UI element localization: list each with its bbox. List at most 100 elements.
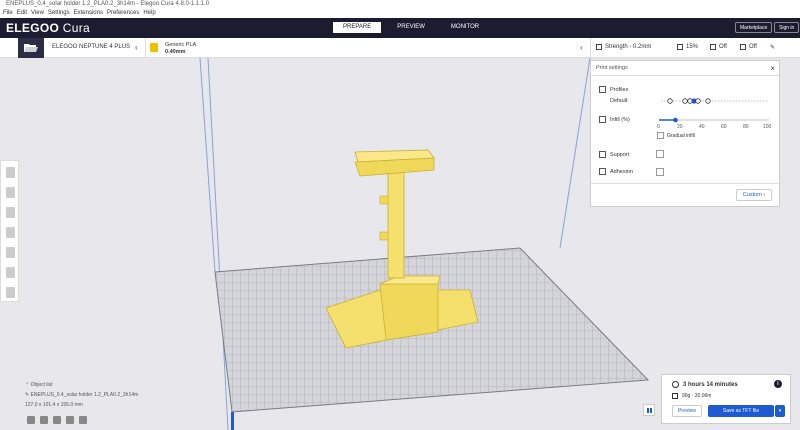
view-left-icon[interactable]: [66, 416, 74, 424]
support-icon: [710, 44, 716, 50]
profile-slider-dot[interactable]: [682, 98, 688, 104]
material-usage-label: 90g · 30.06m: [682, 393, 712, 399]
transform-toolbar: [0, 160, 19, 302]
adhesion-summary[interactable]: Off: [740, 44, 757, 50]
infill-tick: 60: [721, 124, 727, 130]
chevron-up-icon: ⌃: [25, 382, 30, 388]
move-tool-icon[interactable]: [6, 167, 15, 178]
profile-label: Strength - 0.2mm: [605, 44, 652, 50]
z-axis-marker: [231, 412, 234, 430]
adhesion-row: Adhesion: [599, 168, 633, 175]
support-label: Off: [719, 44, 727, 50]
logo-product: Cura: [62, 21, 90, 35]
object-filename: ENEPLUS_0.4_solar holder 1.2_PLA0.2_3h14…: [30, 392, 139, 398]
menu-settings[interactable]: Settings: [48, 9, 70, 18]
profile-summary[interactable]: Strength - 0.2mm: [596, 44, 651, 50]
view-front-icon[interactable]: [40, 416, 48, 424]
preview-button[interactable]: Preview: [672, 405, 702, 417]
toolbar-divider: [590, 38, 591, 58]
folder-icon: [24, 44, 38, 52]
infill-summary[interactable]: 15%: [677, 44, 698, 50]
marketplace-button[interactable]: Marketplace: [735, 22, 773, 33]
support-row: Support: [599, 151, 629, 158]
infill-tick: 40: [699, 124, 705, 130]
print-time-label: 3 hours 14 minutes: [683, 381, 738, 388]
infill-icon: [599, 116, 606, 123]
profile-slider-dot[interactable]: [695, 98, 701, 104]
infill-slider-handle[interactable]: [673, 117, 678, 123]
clock-icon: [672, 381, 679, 388]
rotate-tool-icon[interactable]: [6, 207, 15, 218]
adhesion-icon: [599, 168, 606, 175]
signin-button[interactable]: Sign in: [774, 22, 800, 33]
model-clip[interactable]: [379, 231, 389, 241]
open-file-button[interactable]: [18, 38, 44, 58]
view-top-icon[interactable]: [53, 416, 61, 424]
toolbar-divider: [145, 38, 146, 58]
app-header: ELEGOO Cura PREPARE PREVIEW MONITOR Mark…: [0, 18, 800, 38]
infill-row: Infill (%): [599, 116, 630, 123]
menu-bar: File Edit View Settings Extensions Prefe…: [0, 9, 800, 18]
infill-tick: 100: [763, 124, 772, 130]
object-list-toggle[interactable]: ⌃ Object list: [25, 380, 138, 390]
tab-preview[interactable]: PREVIEW: [387, 22, 435, 33]
per-model-settings-icon[interactable]: [6, 247, 15, 258]
model-clip[interactable]: [379, 195, 389, 205]
infill-icon: [677, 44, 683, 50]
print-settings-panel: Print settings × Profiles Default Infill…: [590, 60, 780, 207]
material-usage: 90g · 30.06m: [672, 393, 711, 399]
tab-monitor[interactable]: MONITOR: [441, 22, 489, 33]
pencil-icon: ✎: [25, 392, 30, 398]
profile-slider-dot[interactable]: [705, 98, 711, 104]
object-list-title: Object list: [30, 382, 53, 388]
object-list-item[interactable]: ✎ ENEPLUS_0.4_solar holder 1.2_PLA0.2_3h…: [25, 390, 138, 400]
view-right-icon[interactable]: [79, 416, 87, 424]
adhesion-checkbox[interactable]: [656, 168, 664, 176]
chevron-down-icon[interactable]: ▾: [775, 405, 785, 417]
menu-file[interactable]: File: [3, 9, 13, 18]
tab-prepare[interactable]: PREPARE: [333, 22, 382, 33]
infill-label: 15%: [686, 44, 699, 50]
gradual-infill-checkbox[interactable]: [657, 132, 664, 139]
support-icon: [599, 151, 606, 158]
window-title: ENEPLUS_0.4_solar holder 1.2_PLA0.2_3h14…: [0, 0, 800, 9]
menu-view[interactable]: View: [31, 9, 44, 18]
model-base-box[interactable]: [379, 283, 439, 341]
app-logo: ELEGOO Cura: [6, 21, 90, 35]
object-dimensions: 127.0 x 101.4 x 155.0 mm: [25, 402, 83, 408]
support-title: Support: [610, 151, 630, 158]
infill-tick: 0: [657, 124, 660, 130]
build-volume-edge: [199, 57, 216, 273]
support-summary[interactable]: Off: [710, 44, 727, 50]
print-time: 3 hours 14 minutes: [672, 381, 738, 388]
cylinder-tool-icon[interactable]: [6, 287, 15, 298]
menu-preferences[interactable]: Preferences: [107, 9, 139, 18]
spool-icon: [672, 393, 678, 399]
chevron-left-icon[interactable]: ‹: [580, 43, 583, 52]
menu-edit[interactable]: Edit: [17, 9, 27, 18]
view-3d-icon[interactable]: [27, 416, 35, 424]
menu-help[interactable]: Help: [143, 9, 155, 18]
printer-selector[interactable]: ELEGOO NEPTUNE 4 PLUS: [52, 44, 130, 50]
scale-tool-icon[interactable]: [6, 187, 15, 198]
chevron-right-icon: ›: [763, 192, 766, 198]
chevron-left-icon[interactable]: ‹: [135, 43, 138, 52]
support-blocker-icon[interactable]: [6, 267, 15, 278]
adhesion-label: Off: [749, 44, 757, 50]
pause-slicing-button[interactable]: [643, 404, 655, 416]
info-icon[interactable]: i: [774, 380, 782, 388]
adhesion-icon: [740, 44, 746, 50]
infill-tick: 80: [743, 124, 749, 130]
pencil-icon[interactable]: ✎: [770, 44, 775, 51]
custom-settings-button[interactable]: Custom ›: [736, 189, 772, 201]
object-list: ⌃ Object list ✎ ENEPLUS_0.4_solar holder…: [25, 380, 138, 410]
menu-extensions[interactable]: Extensions: [74, 9, 103, 18]
model-column[interactable]: [387, 169, 405, 279]
logo-brand: ELEGOO: [6, 21, 60, 35]
mirror-tool-icon[interactable]: [6, 227, 15, 238]
support-checkbox[interactable]: [656, 150, 664, 158]
profile-slider-dot[interactable]: [667, 98, 673, 104]
infill-title: Infill (%): [610, 116, 630, 123]
material-name: Generic PLA: [165, 42, 197, 48]
save-to-file-button[interactable]: Save as TFT file: [708, 405, 774, 417]
